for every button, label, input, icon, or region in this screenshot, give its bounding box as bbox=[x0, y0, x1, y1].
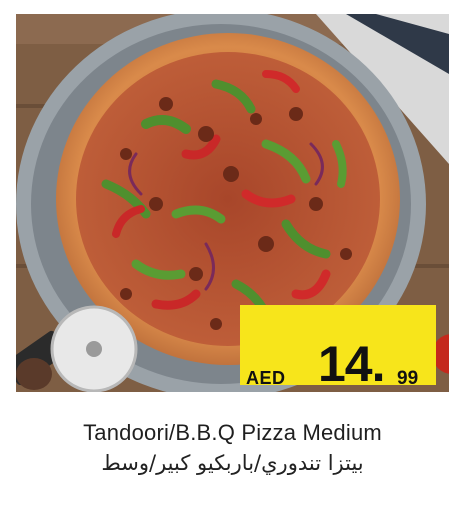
price-currency: AED bbox=[246, 368, 286, 388]
product-name-arabic: بيتزا تندوري/باربكيو كبير/وسط bbox=[101, 451, 364, 475]
price-integer: 14. bbox=[318, 336, 386, 392]
product-card[interactable]: AED 14. 99 Tandoori/B.B.Q Pizza Medium ب… bbox=[0, 0, 465, 512]
product-name-english: Tandoori/B.B.Q Pizza Medium bbox=[83, 420, 382, 445]
price-decimal: 99 bbox=[397, 368, 419, 389]
